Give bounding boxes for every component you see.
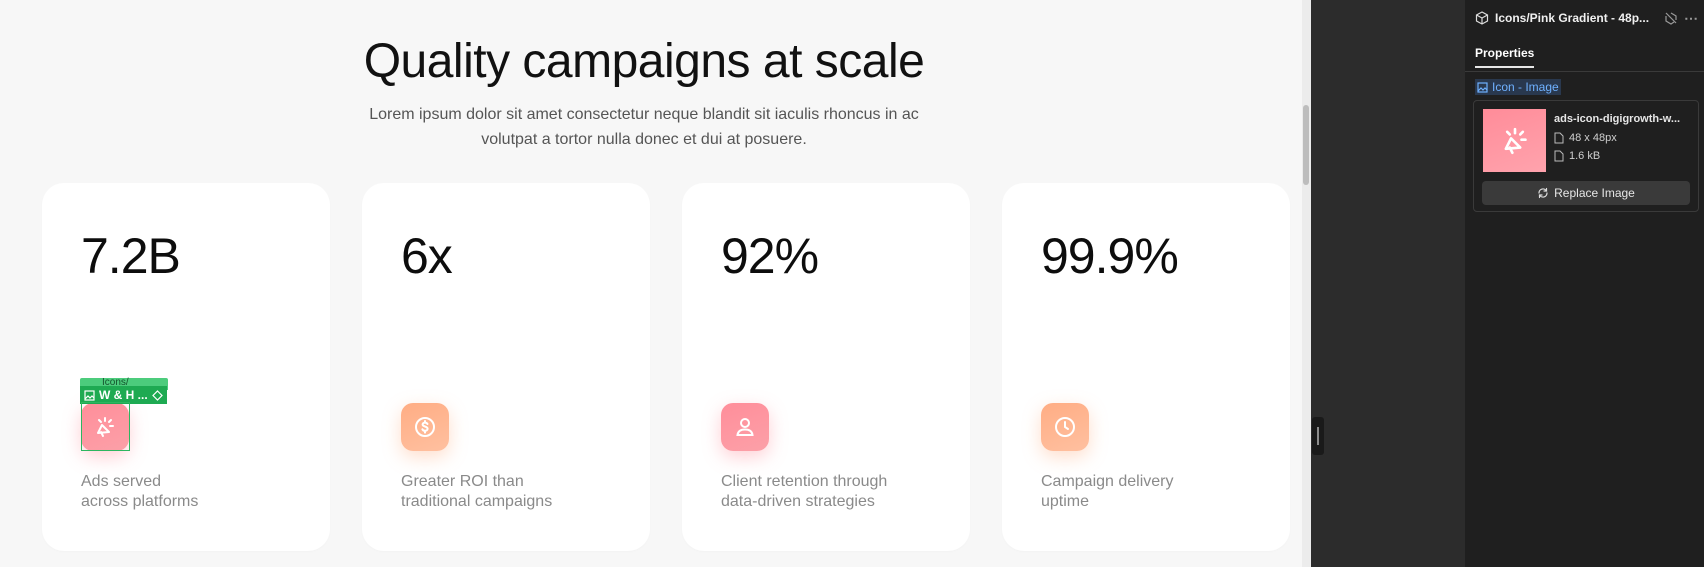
image-size: 1.6 kB — [1554, 147, 1694, 165]
image-thumbnail[interactable] — [1483, 109, 1546, 172]
panel-title: Icons/Pink Gradient - 48p... — [1495, 11, 1650, 25]
panel-tabs: Properties — [1465, 42, 1704, 72]
tab-properties[interactable]: Properties — [1475, 46, 1535, 68]
image-dimensions: 48 x 48px — [1554, 129, 1694, 147]
properties-panel: Icons/Pink Gradient - 48p... ⋯ Propertie… — [1465, 0, 1704, 567]
stat-label: Client retention through data-driven str… — [721, 473, 888, 510]
stat-card-uptime[interactable]: 99.9% Campaign delivery uptime — [1002, 183, 1290, 551]
design-canvas[interactable]: Quality campaigns at scale Lorem ipsum d… — [0, 0, 1302, 567]
stat-card-roi[interactable]: 6x Greater ROI than traditional campaign… — [362, 183, 650, 551]
stat-card-ads-served[interactable]: 7.2B Ads served across platforms — [42, 183, 330, 551]
stat-label: Ads served across platforms — [81, 473, 199, 510]
panel-header: Icons/Pink Gradient - 48p... ⋯ — [1475, 8, 1699, 28]
stat-label: Greater ROI than traditional campaigns — [401, 473, 553, 510]
image-icon — [84, 389, 95, 401]
stat-value: 92% — [721, 228, 819, 284]
section-title: Quality campaigns at scale — [363, 35, 925, 88]
selection-outline[interactable] — [81, 402, 130, 451]
resize-pane — [1311, 0, 1471, 567]
user-icon — [721, 403, 769, 451]
more-options-icon[interactable]: ⋯ — [1684, 10, 1699, 27]
component-icon — [1475, 11, 1489, 25]
replace-image-button[interactable]: Replace Image — [1482, 181, 1690, 205]
file-icon — [1554, 150, 1564, 162]
component-icon — [151, 389, 163, 401]
image-meta: ads-icon-digigrowth-w... 48 x 48px 1.6 k… — [1554, 113, 1694, 165]
scrollbar-thumb[interactable] — [1303, 105, 1309, 185]
file-icon — [1554, 132, 1564, 144]
canvas-scrollbar[interactable] — [1302, 0, 1311, 567]
megaphone-icon — [1504, 127, 1527, 154]
stat-value: 7.2B — [81, 228, 181, 284]
resize-handle[interactable] — [1312, 417, 1324, 455]
image-icon — [1477, 81, 1488, 93]
image-filename: ads-icon-digigrowth-w... — [1554, 113, 1681, 125]
icon-image-link[interactable]: Icon - Image — [1475, 79, 1561, 95]
dollar-icon — [401, 403, 449, 451]
stat-label: Campaign delivery uptime — [1041, 473, 1174, 510]
detach-icon[interactable] — [1664, 11, 1678, 25]
stat-value: 6x — [401, 228, 453, 284]
image-asset-card: ads-icon-digigrowth-w... 48 x 48px 1.6 k… — [1473, 100, 1699, 212]
stat-value: 99.9% — [1041, 228, 1179, 284]
stat-card-retention[interactable]: 92% Client retention through data-driven… — [682, 183, 970, 551]
section-subtitle: Lorem ipsum dolor sit amet consectetur n… — [369, 106, 919, 148]
clock-icon — [1041, 403, 1089, 451]
refresh-icon — [1538, 187, 1548, 199]
